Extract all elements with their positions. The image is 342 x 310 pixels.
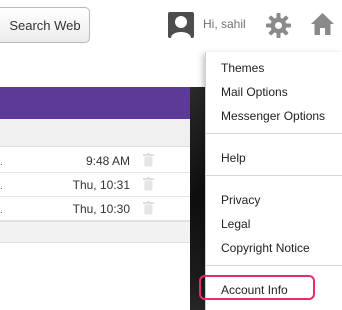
message-time: 9:48 AM	[85, 154, 130, 168]
menu-separator	[206, 265, 342, 266]
menu-item-mail-options[interactable]: Mail Options	[221, 85, 288, 99]
message-list: . 9:48 AM . Thu, 10:31 . Thu, 10:30	[0, 119, 190, 310]
message-time: Thu, 10:30	[72, 202, 130, 216]
message-list-header	[0, 119, 190, 147]
home-icon[interactable]	[309, 11, 336, 37]
trash-icon[interactable]	[143, 177, 154, 191]
menu-item-copyright-notice[interactable]: Copyright Notice	[221, 241, 310, 255]
menu-separator	[206, 133, 342, 134]
message-row[interactable]: . Thu, 10:30	[0, 197, 190, 221]
message-time: Thu, 10:31	[72, 178, 130, 192]
settings-menu: Themes Mail Options Messenger Options He…	[205, 52, 342, 310]
menu-item-privacy[interactable]: Privacy	[221, 193, 260, 207]
menu-item-themes[interactable]: Themes	[221, 61, 264, 75]
menu-item-help[interactable]: Help	[221, 151, 246, 165]
user-greeting[interactable]: Hi, sahil	[203, 17, 246, 31]
user-avatar-icon[interactable]	[168, 12, 194, 38]
menu-separator	[206, 175, 342, 176]
row-marker: .	[0, 157, 3, 168]
trash-icon[interactable]	[143, 153, 154, 167]
row-marker: .	[0, 181, 3, 192]
menu-item-messenger-options[interactable]: Messenger Options	[221, 109, 325, 123]
menu-item-legal[interactable]: Legal	[221, 217, 250, 231]
message-list-footer	[0, 221, 190, 243]
gear-icon[interactable]	[265, 12, 292, 39]
row-marker: .	[0, 205, 3, 216]
message-row[interactable]: . 9:48 AM	[0, 149, 190, 173]
account-info-highlight	[199, 275, 315, 300]
message-row[interactable]: . Thu, 10:31	[0, 173, 190, 197]
purple-banner	[0, 87, 190, 119]
search-web-button[interactable]: Search Web	[0, 7, 90, 43]
trash-icon[interactable]	[143, 201, 154, 215]
